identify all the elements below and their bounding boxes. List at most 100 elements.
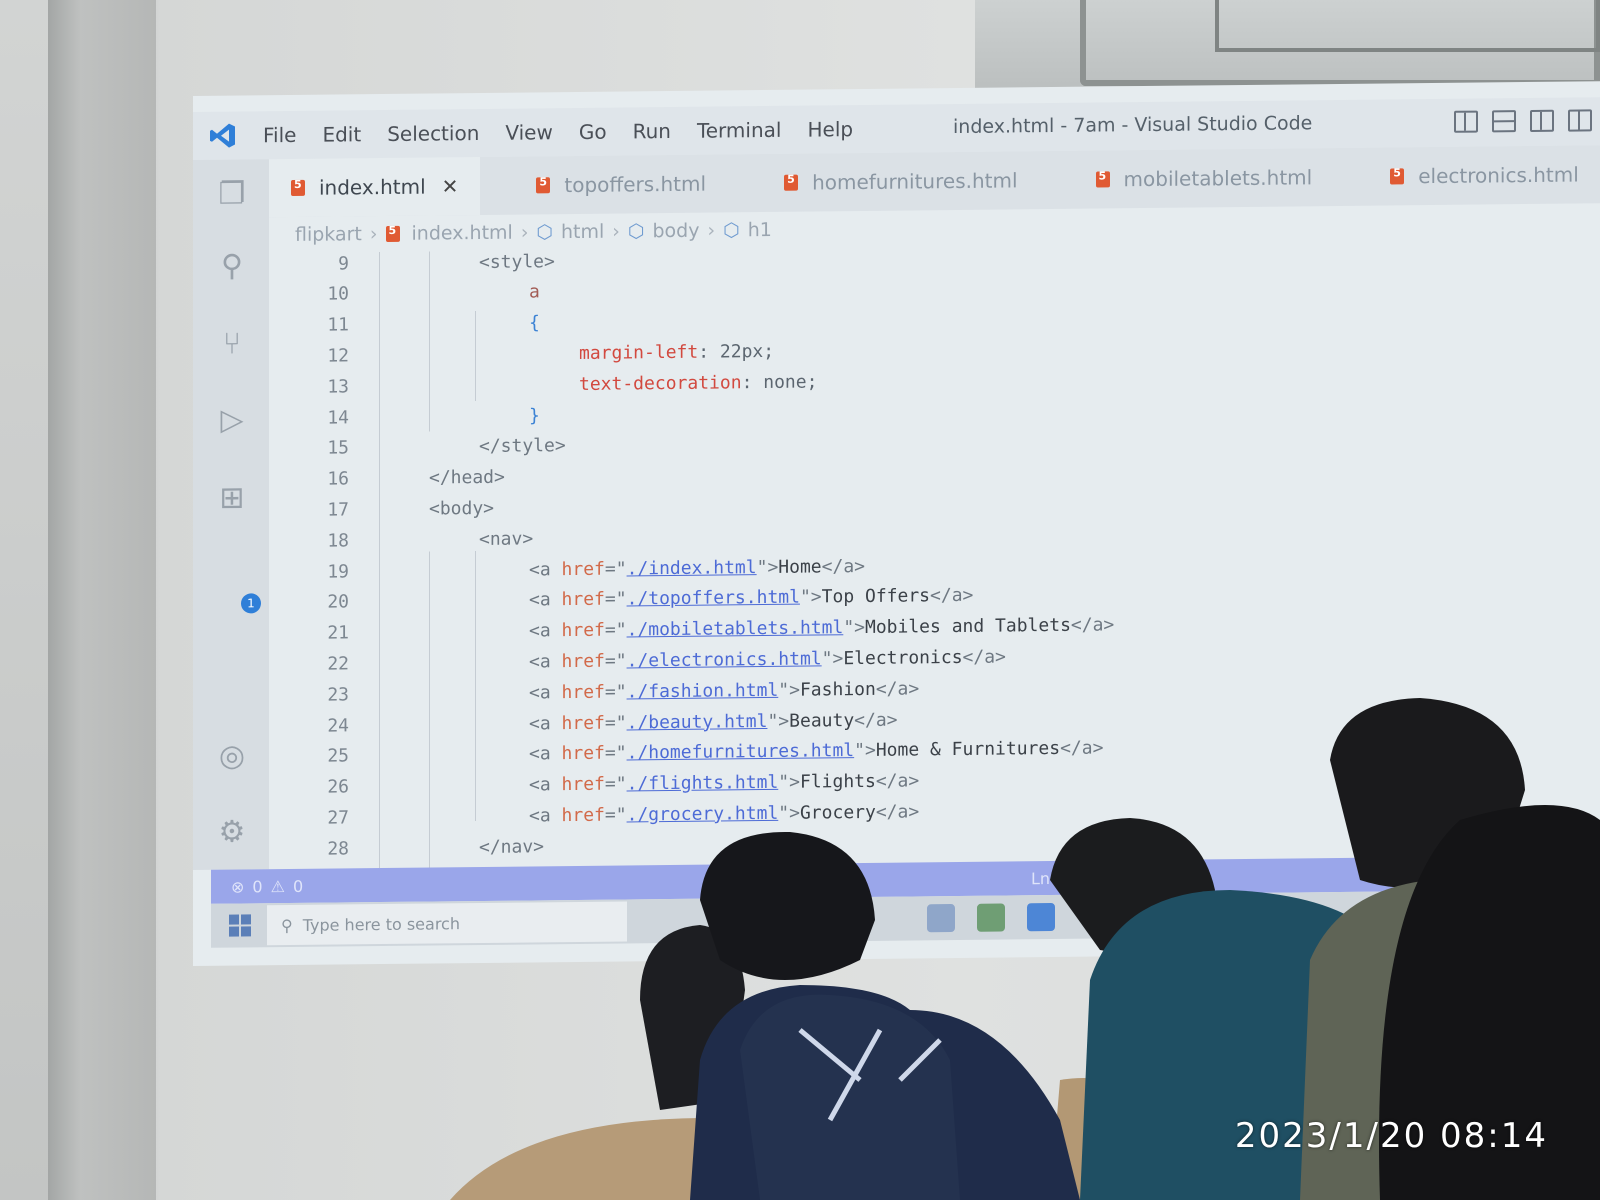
vscode-logo-icon[interactable] [209,122,237,150]
menu-run[interactable]: Run [633,119,671,143]
code-token: ./mobiletablets.html [626,617,844,641]
errors-icon[interactable]: ⊗ [231,877,244,896]
code-token: <nav> [479,528,534,550]
code-line[interactable]: 16 </head> [269,462,505,494]
account-icon[interactable]: ◎ [215,738,249,773]
menu-view[interactable]: View [505,120,552,144]
code-token: "> [799,586,822,608]
menu-selection[interactable]: Selection [387,121,479,146]
code-line[interactable]: 18 <nav> [269,524,533,557]
error-count[interactable]: 0 [252,877,262,896]
run-debug-icon[interactable]: ▷ [215,402,249,437]
code-line[interactable]: 15 </style> [269,431,565,464]
tab-topoffers-html[interactable]: topoffers.html [514,154,728,214]
tab-index-html[interactable]: index.html ✕ [269,156,481,218]
gear-icon[interactable]: ⚙ [215,814,249,849]
line-number: 21 [327,622,349,644]
layout-controls [1454,109,1592,133]
chevron-right-icon: › [369,223,378,246]
code-line[interactable]: 11 { [269,308,540,341]
code-token: </a> [962,646,1006,668]
tab-mobiletablets-html[interactable]: mobiletablets.html [1074,148,1335,209]
code-token: =" [604,588,627,610]
tab-electronics-html[interactable]: electronics.html [1368,145,1600,205]
warning-icon[interactable]: ⚠ [271,877,285,896]
code-token: </a> [821,555,866,577]
code-token: </a> [875,678,920,700]
cursor-position[interactable]: Ln [1031,869,1050,888]
extensions-icon[interactable]: ⊞ [215,480,249,515]
code-line[interactable]: 13 text-decoration: none; [269,367,817,403]
warning-count[interactable]: 0 [293,876,303,895]
toggle-secondary-sidebar-icon[interactable] [1530,109,1554,132]
menu-help[interactable]: Help [807,117,853,141]
code-token: href [561,742,605,765]
code-token: Beauty [789,709,855,732]
person-hood [740,994,960,1200]
code-line[interactable]: 12 margin-left: 22px; [269,336,774,371]
line-number: 19 [327,560,349,583]
windows-start-icon[interactable] [229,914,251,937]
files-icon[interactable]: ❐ [215,176,249,211]
breadcrumb-item[interactable]: flipkart [295,223,362,246]
code-token: ./index.html [626,556,757,579]
code-token: } [529,404,540,426]
code-token: Flights [799,770,876,793]
indent-guide [475,311,476,402]
code-token: ./beauty.html [626,710,768,733]
code-token: =" [604,711,627,734]
close-icon[interactable]: ✕ [442,174,459,198]
code-token: href [561,712,605,734]
code-line[interactable]: 14} [269,400,540,433]
code-line[interactable]: 17 <body> [269,493,494,525]
code-line[interactable]: 27 <a href =" ./grocery.html "> Grocery </a> [269,797,919,834]
source-control-icon[interactable]: ⑂ [215,326,249,361]
activity-bar: ❐ ⚲ ⑂ ▷ ⊞ 1 ◎ ⚙ [193,159,269,870]
code-line[interactable]: 9 <style> [269,246,555,279]
toggle-sidebar-icon[interactable] [1454,110,1478,133]
breadcrumb-item[interactable]: h1 [748,219,772,241]
code-token: ./fashion.html [626,679,779,703]
taskbar-search[interactable]: ⚲ Type here to search [267,901,627,946]
line-number: 10 [327,283,349,305]
code-line[interactable]: 10 a [269,277,540,310]
code-token: <a [529,589,562,611]
menu-edit[interactable]: Edit [322,122,361,146]
search-icon[interactable]: ⚲ [215,248,249,283]
code-token: href [561,588,605,611]
toggle-panel-icon[interactable] [1492,110,1516,133]
taskbar-app-icon[interactable] [927,904,955,933]
line-number: 14 [327,406,349,429]
code-token: Fashion [799,678,876,701]
code-token: "> [778,771,800,793]
chair [1050,1078,1165,1200]
menu-file[interactable]: File [263,123,296,147]
code-line[interactable]: 28 </nav> [269,832,544,865]
indent-guide [429,551,430,872]
vscode-taskbar-icon[interactable] [1027,902,1055,932]
line-number: 27 [327,807,349,829]
breadcrumb-item[interactable]: html [561,221,604,243]
chair [450,1118,720,1200]
fixture-rail-inner [1215,0,1600,52]
code-token: margin-left [579,341,699,364]
code-editor[interactable]: 9 <style> 10 a 11 {12 margin-left: 22px; 13 text… [269,239,1600,890]
line-number: 9 [338,252,349,274]
breadcrumb-item[interactable]: body [653,220,700,242]
customize-layout-icon[interactable] [1568,109,1592,132]
projected-vscode-window: File Edit Selection View Go Run Terminal Help i… [193,81,1600,967]
element-icon: ⬡ [723,219,740,242]
code-token: <a [529,558,562,580]
menu-terminal[interactable]: Terminal [697,118,782,143]
chevron-right-icon: › [520,221,529,244]
tab-homefurnitures-html[interactable]: homefurnitures.html [762,151,1039,212]
code-token: =" [604,557,627,580]
code-token: href [561,804,605,827]
menu-bar: File Edit Selection View Go Run Terminal Help [263,117,879,147]
menu-go[interactable]: Go [579,120,607,144]
indent-guide [429,251,430,432]
code-token: <a [529,805,562,827]
person [690,985,1080,1200]
taskbar-app-icon[interactable] [977,903,1005,932]
breadcrumb-item[interactable]: index.html [412,222,513,245]
